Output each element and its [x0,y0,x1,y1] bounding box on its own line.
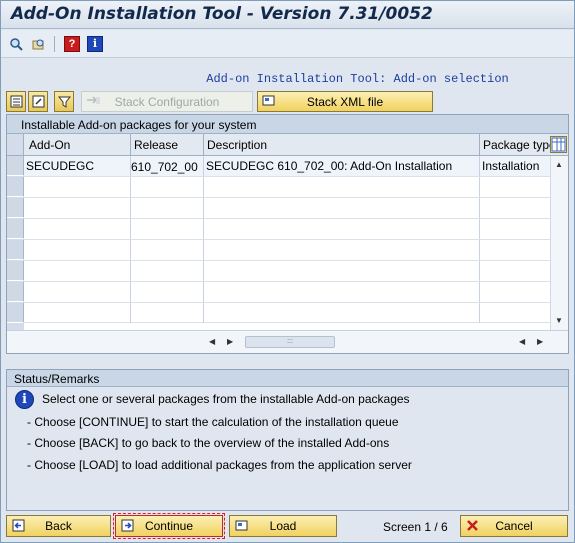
filter-icon [57,96,71,108]
stack-configuration-label: Stack Configuration [114,94,220,109]
back-button[interactable]: Back [6,515,111,537]
system-toolbar: ? i [1,30,574,58]
table-row[interactable] [24,240,550,261]
row-selector[interactable] [7,282,24,302]
select-all-button[interactable] [6,91,26,112]
deselect-all-icon [32,95,44,108]
stack-configuration-button[interactable]: Stack Configuration [81,91,253,112]
find-icon[interactable] [8,36,24,52]
info-icon[interactable]: i [87,36,103,52]
table-row[interactable] [24,177,550,198]
table-row[interactable] [24,282,550,303]
scroll-down-icon[interactable]: ▼ [555,316,563,325]
table-settings-icon[interactable] [550,136,567,153]
cell-package-type: Installation [482,159,540,173]
cancel-button[interactable]: Cancel [460,515,568,537]
cancel-icon [465,519,479,533]
scroll-right-icon[interactable]: ▶ [227,337,233,346]
column-header-package-type[interactable]: Package type [480,134,552,155]
continue-icon [120,519,134,533]
stack-configuration-icon [86,94,102,109]
footer-bar: Back Continue Load Screen 1 / 6 Cancel [1,513,574,542]
scroll-left-icon[interactable]: ◀ [209,337,215,346]
filter-button[interactable] [54,91,74,112]
find-next-icon[interactable] [30,36,46,52]
deselect-all-button[interactable] [28,91,48,112]
continue-button[interactable]: Continue [113,513,225,539]
column-header-description[interactable]: Description [204,134,480,155]
screen-subtitle: Add-on Installation Tool: Add-on selecti… [206,72,509,86]
load-icon [234,519,248,533]
table-title: Installable Add-on packages for your sys… [7,115,568,134]
table-row[interactable] [24,198,550,219]
table-row[interactable] [24,303,550,323]
status-line: - Choose [LOAD] to load additional packa… [27,458,412,472]
stack-xml-icon [262,94,278,109]
row-selector[interactable] [7,219,24,239]
stack-xml-file-button[interactable]: Stack XML file [257,91,433,112]
status-line: - Choose [CONTINUE] to start the calcula… [27,415,399,429]
column-header-release[interactable]: Release [131,134,204,155]
column-header-addon[interactable]: Add-On [24,134,131,155]
cancel-label: Cancel [495,519,533,533]
addon-packages-table: Installable Add-on packages for your sys… [6,114,569,354]
status-title: Status/Remarks [7,370,568,387]
table-row[interactable] [24,219,550,240]
help-icon[interactable]: ? [64,36,80,52]
status-remarks-panel: Status/Remarks i Select one or several p… [6,369,569,511]
row-selector[interactable] [7,240,24,260]
table-row[interactable] [24,261,550,282]
vertical-scrollbar[interactable]: ▲ ▼ [550,156,568,330]
table-row[interactable]: SECUDEGC 610_702_00 SECUDEGC 610_702_00:… [24,156,550,177]
window-title: Add-On Installation Tool - Version 7.31/… [11,4,433,24]
row-selector[interactable] [7,198,24,218]
status-line: Select one or several packages from the … [42,392,410,406]
toolbar-separator [54,36,55,52]
load-button[interactable]: Load [229,515,337,537]
scrollbar-thumb[interactable]: ::: [245,336,335,348]
scroll-right-end-icon[interactable]: ▶ [537,337,543,346]
stack-xml-file-label: Stack XML file [306,94,384,109]
continue-label: Continue [144,519,194,533]
scroll-left-end-icon[interactable]: ◀ [519,337,525,346]
back-label: Back [45,519,72,533]
row-selector[interactable] [7,261,24,281]
back-icon [11,519,25,533]
scroll-up-icon[interactable]: ▲ [555,160,563,169]
title-bar: Add-On Installation Tool - Version 7.31/… [1,1,574,29]
info-icon: i [15,390,34,409]
select-all-icon [10,95,22,108]
row-selector[interactable] [7,177,24,197]
status-line: - Choose [BACK] to go back to the overvi… [27,436,390,450]
row-selector-column [7,156,24,330]
horizontal-scrollbar[interactable]: ◀ ▶ ::: ◀ ▶ [7,330,568,353]
row-selector[interactable] [7,156,24,176]
row-selector[interactable] [7,303,24,323]
table-header: Add-On Release Description Package type [7,134,568,156]
app-window: Add-On Installation Tool - Version 7.31/… [0,0,575,543]
cell-addon: SECUDEGC [24,156,131,176]
cell-description: SECUDEGC 610_702_00: Add-On Installation [204,156,480,176]
cell-release: 610_702_00 [131,156,204,176]
load-label: Load [269,519,297,533]
select-all-cell[interactable] [7,134,24,155]
screen-counter: Screen 1 / 6 [383,520,448,534]
